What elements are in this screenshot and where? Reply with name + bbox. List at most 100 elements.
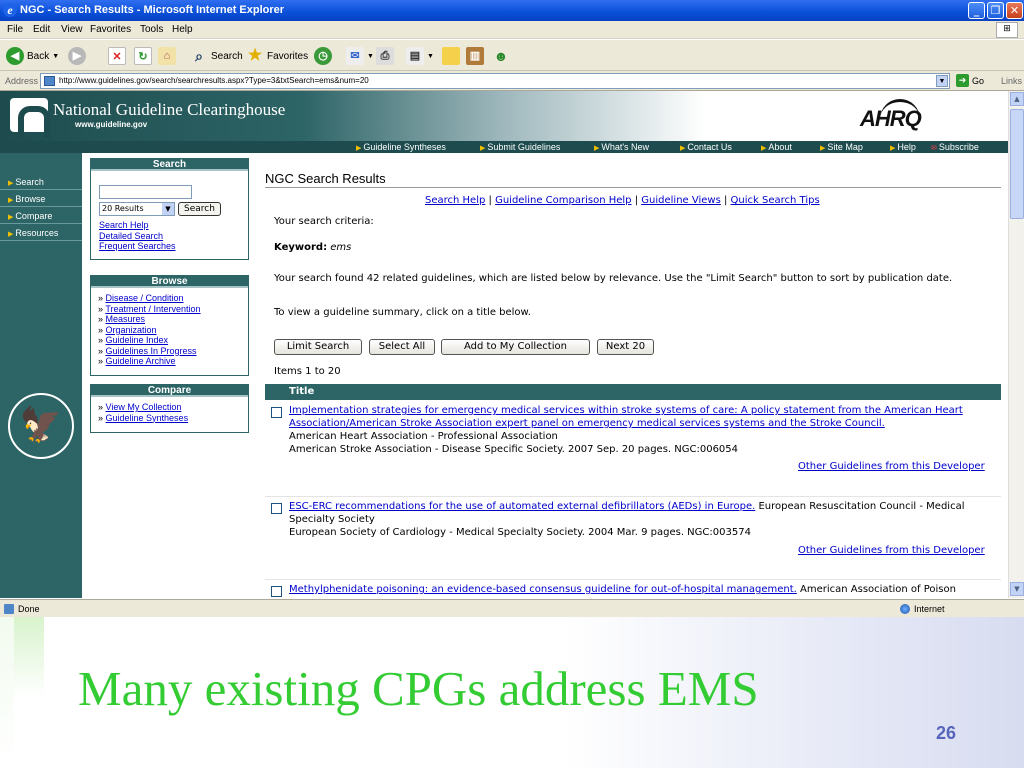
select-all-button[interactable]: Select All — [369, 339, 435, 355]
refresh-button[interactable]: ↻ — [134, 46, 152, 66]
slide-title: Many existing CPGs address EMS — [78, 661, 759, 716]
nav-site-map[interactable]: Site Map — [820, 142, 863, 152]
maximize-button[interactable]: ❐ — [987, 2, 1004, 19]
result-title-link[interactable]: Methylphenidate poisoning: an evidence-b… — [289, 584, 797, 595]
edit-dropdown-icon: ▼ — [427, 52, 434, 60]
address-input[interactable]: http://www.guidelines.gov/search/searchr… — [40, 73, 950, 89]
folder-icon — [442, 47, 460, 65]
mail-button[interactable]: ✉ ▼ — [346, 46, 374, 66]
research-button[interactable]: ▥ — [466, 46, 484, 66]
menu-help[interactable]: Help — [172, 24, 193, 35]
view-my-collection-link[interactable]: View My Collection — [106, 402, 182, 412]
browse-panel-title: Browse — [91, 276, 248, 288]
site-name[interactable]: National Guideline Clearinghouse — [53, 100, 285, 120]
slide-area: Many existing CPGs address EMS 26 — [0, 617, 1024, 768]
result-checkbox[interactable] — [271, 407, 282, 418]
menu-edit[interactable]: Edit — [33, 24, 50, 35]
nav-subscribe[interactable]: Subscribe — [931, 142, 979, 152]
ngc-logo-icon[interactable] — [10, 98, 50, 138]
results-table-header: Title — [265, 384, 1001, 400]
leftnav-compare[interactable]: Compare — [8, 211, 52, 221]
frequent-searches-link[interactable]: Frequent Searches — [99, 241, 176, 252]
comparison-help-link[interactable]: Guideline Comparison Help — [495, 195, 631, 206]
left-nav: Search Browse Compare Resources 🦅 — [0, 153, 82, 598]
browse-archive-link[interactable]: Guideline Archive — [106, 356, 176, 366]
nav-submit-guidelines[interactable]: Submit Guidelines — [480, 142, 560, 152]
search-help-top-link[interactable]: Search Help — [425, 195, 485, 206]
nav-whats-new[interactable]: What's New — [594, 142, 649, 152]
back-label: Back — [27, 50, 50, 62]
limit-search-button[interactable]: Limit Search — [274, 339, 362, 355]
browse-in-progress-link[interactable]: Guidelines In Progress — [106, 346, 197, 356]
browse-measures-link[interactable]: Measures — [106, 314, 146, 324]
scroll-down-icon[interactable]: ▼ — [1010, 582, 1024, 596]
back-arrow-icon: ◀ — [6, 47, 24, 65]
stop-button[interactable]: ✕ — [108, 46, 126, 66]
scroll-up-icon[interactable]: ▲ — [1010, 92, 1024, 106]
next-20-button[interactable]: Next 20 — [597, 339, 654, 355]
result-checkbox[interactable] — [271, 503, 282, 514]
discuss-button[interactable] — [442, 46, 460, 66]
nav-about[interactable]: About — [761, 142, 792, 152]
leftnav-divider — [0, 206, 82, 207]
search-help-link[interactable]: Search Help — [99, 220, 176, 231]
search-label: Search — [211, 50, 243, 62]
messenger-button[interactable]: ☻ — [492, 46, 510, 66]
back-button[interactable]: ◀ Back ▼ — [6, 46, 59, 66]
browse-item: » Disease / Condition — [98, 293, 184, 303]
home-button[interactable]: ⌂ — [158, 46, 176, 66]
nav-contact-us[interactable]: Contact Us — [680, 142, 732, 152]
go-button[interactable]: ➜ Go — [956, 74, 984, 87]
ahrq-logo[interactable]: AHRQ — [860, 106, 922, 132]
result-developer: American Association of Poison — [796, 584, 956, 595]
browse-guideline-index-link[interactable]: Guideline Index — [106, 335, 169, 345]
print-button[interactable]: ⎙ — [376, 46, 394, 66]
result-title-link[interactable]: ESC-ERC recommendations for the use of a… — [289, 501, 755, 512]
browse-treatment-link[interactable]: Treatment / Intervention — [105, 304, 200, 314]
results-count-select[interactable]: 20 Results ▼ — [99, 202, 175, 216]
address-dropdown-icon[interactable]: ▼ — [936, 75, 948, 87]
menu-file[interactable]: File — [7, 24, 23, 35]
leftnav-divider — [0, 240, 82, 241]
items-count: Items 1 to 20 — [274, 366, 341, 377]
forward-button[interactable]: ▶ — [68, 46, 86, 66]
edit-button[interactable]: ▤ ▼ — [406, 46, 434, 66]
minimize-button[interactable]: _ — [968, 2, 985, 19]
site-url: www.guideline.gov — [75, 120, 148, 129]
compare-syntheses-link[interactable]: Guideline Syntheses — [106, 413, 189, 423]
search-input[interactable] — [99, 185, 192, 199]
scroll-thumb[interactable] — [1010, 109, 1024, 219]
guideline-views-link[interactable]: Guideline Views — [641, 195, 721, 206]
browse-item: » Treatment / Intervention — [98, 303, 201, 314]
detailed-search-link[interactable]: Detailed Search — [99, 231, 176, 242]
other-guidelines-link[interactable]: Other Guidelines from this Developer — [798, 545, 985, 556]
menu-bar: File Edit View Favorites Tools Help ⊞ — [0, 21, 1024, 39]
browse-disease-link[interactable]: Disease / Condition — [106, 293, 184, 303]
search-panel: Search 20 Results ▼ Search Search Help D… — [90, 158, 249, 260]
result-developer: American Heart Association - Professiona… — [289, 431, 558, 442]
favorites-button[interactable]: ★ Favorites — [246, 46, 308, 66]
leftnav-search[interactable]: Search — [8, 177, 44, 187]
leftnav-resources[interactable]: Resources — [8, 228, 58, 238]
other-guidelines-link[interactable]: Other Guidelines from this Developer — [798, 461, 985, 472]
add-to-collection-button[interactable]: Add to My Collection — [441, 339, 590, 355]
browse-organization-link[interactable]: Organization — [106, 325, 157, 335]
menu-view[interactable]: View — [61, 24, 83, 35]
menu-favorites[interactable]: Favorites — [90, 24, 131, 35]
search-submit-button[interactable]: Search — [178, 202, 221, 216]
links-button[interactable]: Links — [1001, 76, 1022, 86]
nav-guideline-syntheses[interactable]: Guideline Syntheses — [356, 142, 446, 152]
menu-tools[interactable]: Tools — [140, 24, 163, 35]
keyword-line: Keyword: ems — [274, 241, 351, 254]
leftnav-browse[interactable]: Browse — [8, 194, 45, 204]
keyword-value: ems — [330, 242, 352, 253]
history-button[interactable]: ◷ — [314, 46, 332, 66]
vertical-scrollbar[interactable]: ▲ ▼ — [1008, 91, 1024, 598]
quick-search-tips-link[interactable]: Quick Search Tips — [731, 195, 820, 206]
search-button[interactable]: ⌕ Search — [190, 46, 243, 66]
zone-text: Internet — [914, 604, 945, 614]
result-title-link[interactable]: Implementation strategies for emergency … — [289, 405, 963, 429]
close-button[interactable]: ✕ — [1006, 2, 1023, 19]
result-checkbox[interactable] — [271, 586, 282, 597]
nav-help[interactable]: Help — [890, 142, 916, 152]
